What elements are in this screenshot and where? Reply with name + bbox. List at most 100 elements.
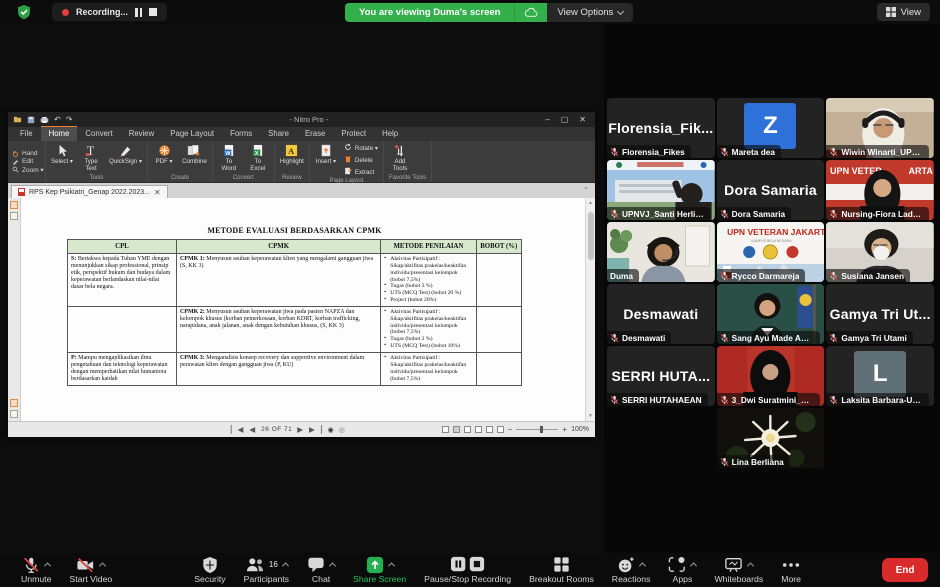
nitro-tab-convert[interactable]: Convert [77, 127, 120, 141]
ribbon-button-pdf[interactable]: PDF ▾ [153, 143, 175, 166]
redo-icon[interactable]: ↷ [66, 115, 73, 124]
single-page-view-icon[interactable] [442, 426, 449, 433]
participant-tile-3-dwi-suratmini-up[interactable]: 3_Dwi Suratmini_UP... [717, 346, 825, 406]
document-scrollbar[interactable]: ▲ ▼ [585, 198, 595, 421]
undo-icon[interactable]: ↶ [54, 115, 61, 124]
participant-tile-nursing-fiora-ladesv[interactable]: UPN VETERARTANursing-Fiora Ladesv... [826, 160, 934, 220]
participant-tile-florensia-fikes[interactable]: Florensia_Fik...Florensia_Fikes [607, 98, 715, 158]
zoom-slider[interactable] [516, 429, 558, 430]
nitro-tab-file[interactable]: File [12, 127, 41, 141]
pdf-document-view[interactable]: METODE EVALUASI BERDASARKAN CPMK CPLCPMK… [21, 198, 585, 421]
toolbar-apps[interactable]: Apps [659, 556, 705, 584]
nitro-quick-access-toolbar[interactable]: ↶ ↷ [13, 115, 72, 124]
participant-tile-desmawati[interactable]: DesmawatiDesmawati [607, 284, 715, 344]
minimize-button[interactable]: – [545, 115, 549, 124]
toolbar-share-screen[interactable]: Share Screen [344, 556, 415, 584]
zoom-slider-thumb[interactable] [540, 426, 543, 433]
continuous-view-icon[interactable] [453, 426, 460, 433]
chevron-up-icon[interactable] [748, 562, 753, 567]
participant-tile-wiwin-winarti-upn-v[interactable]: Wiwin Winarti_UPN V... [826, 98, 934, 158]
end-meeting-button[interactable]: End [882, 558, 928, 582]
chevron-up-icon[interactable] [283, 562, 288, 567]
last-page-button[interactable]: ▶▕ [309, 425, 323, 434]
close-button[interactable]: ✕ [579, 115, 586, 124]
ribbon-button-highlight[interactable]: AHighlight [280, 143, 304, 166]
participant-tile-mareta-dea[interactable]: ZMareta dea [717, 98, 825, 158]
bookmarks-panel-icon[interactable] [10, 212, 18, 220]
ribbon-button-quicksign[interactable]: QuickSign ▾ [109, 143, 142, 166]
ribbon-button-type-text[interactable]: TTypeText [80, 143, 102, 173]
ribbon-button-to-excel[interactable]: XToExcel [247, 143, 269, 173]
ribbon-button-select[interactable]: Select ▾ [51, 143, 73, 166]
toolbar-pause-stop-recording[interactable]: Pause/Stop Recording [415, 556, 520, 584]
zoom-out-button[interactable]: − [508, 425, 513, 434]
document-tab[interactable]: RPS Kep Psikiatri_Genap 2022.2023... ✕ [11, 185, 168, 198]
participant-tile-serri-hutahaean[interactable]: SERRI HUTA...SERRI HUTAHAEAN [607, 346, 715, 406]
nitro-tool-edit[interactable]: Edit [12, 158, 45, 165]
nitro-tab-help[interactable]: Help [374, 127, 406, 141]
previous-view-button[interactable]: ◉ [328, 426, 334, 434]
chevron-up-icon[interactable] [45, 562, 50, 567]
facing-continuous-view-icon[interactable] [475, 426, 482, 433]
nitro-tool-hand[interactable]: Hand [12, 150, 45, 157]
next-page-button[interactable]: ▶ [297, 425, 304, 434]
ribbon-button-add-tools[interactable]: AddTools [389, 143, 411, 173]
toolbar-whiteboards[interactable]: Whiteboards [705, 556, 772, 584]
toolbar-breakout-rooms[interactable]: Breakout Rooms [520, 556, 603, 584]
participant-tile-duma[interactable]: Duma [607, 222, 715, 282]
nitro-left-panel[interactable] [8, 198, 21, 421]
participant-tile-upnvj-santi-herlina[interactable]: UPNVJ_Santi Herlina [607, 160, 715, 220]
toolbar-reactions[interactable]: Reactions [603, 556, 660, 584]
collapse-ribbon-icon[interactable]: ⌃ [583, 186, 589, 194]
fit-page-icon[interactable] [497, 426, 504, 433]
nitro-tool-zoom[interactable]: Zoom ▾ [12, 166, 45, 174]
participant-tile-gamya-tri-utami[interactable]: Gamya Tri Ut...Gamya Tri Utami [826, 284, 934, 344]
ribbon-button-delete[interactable]: Delete [344, 155, 378, 165]
view-button[interactable]: View [877, 3, 930, 21]
comments-panel-icon[interactable] [10, 399, 18, 407]
view-options-button[interactable]: View Options [547, 3, 633, 22]
participant-tile-dora-samaria[interactable]: Dora SamariaDora Samaria [717, 160, 825, 220]
toolbar-start-video[interactable]: Start Video [60, 556, 121, 584]
facing-view-icon[interactable] [464, 426, 471, 433]
pages-panel-icon[interactable] [10, 201, 18, 209]
nitro-tab-erase[interactable]: Erase [297, 127, 333, 141]
tab-close-icon[interactable]: ✕ [154, 188, 161, 197]
nitro-tab-share[interactable]: Share [260, 127, 297, 141]
ribbon-button-insert[interactable]: Insert ▾ [315, 143, 337, 166]
stop-recording-icon[interactable] [149, 8, 157, 16]
participant-tile-rycco-darmareja[interactable]: UPN VETERAN JAKARTAKAMPUS BELA NEGARARyc… [717, 222, 825, 282]
participant-tile-lina-berliana[interactable]: Lina Berliana [717, 408, 825, 468]
toolbar-participants[interactable]: 16Participants [235, 556, 298, 584]
chevron-up-icon[interactable] [389, 562, 394, 567]
toolbar-unmute[interactable]: Unmute [12, 556, 60, 584]
ribbon-button-rotate[interactable]: Rotate ▾ [344, 143, 378, 153]
participant-tile-sang-ayu-made-adyani[interactable]: Sang Ayu Made Adyani [717, 284, 825, 344]
chevron-up-icon[interactable] [100, 562, 105, 567]
participant-tile-laksita-barbara-upn[interactable]: LLaksita Barbara-UPN... [826, 346, 934, 406]
nitro-tab-review[interactable]: Review [121, 127, 163, 141]
toolbar-more[interactable]: More [772, 556, 810, 584]
nitro-tab-page-layout[interactable]: Page Layout [162, 127, 222, 141]
ribbon-button-extract[interactable]: Extract [344, 167, 378, 177]
nitro-tab-home[interactable]: Home [41, 126, 78, 141]
participant-tile-susiana-jansen[interactable]: Susiana Jansen [826, 222, 934, 282]
ribbon-button-combine[interactable]: Combine [182, 143, 207, 166]
chevron-up-icon[interactable] [691, 562, 696, 567]
nitro-tab-protect[interactable]: Protect [333, 127, 374, 141]
previous-page-button[interactable]: ◀ [249, 425, 256, 434]
chevron-up-icon[interactable] [330, 562, 335, 567]
fit-width-icon[interactable] [486, 426, 493, 433]
pause-recording-icon[interactable] [135, 8, 142, 17]
next-view-button[interactable]: ◎ [339, 426, 345, 434]
first-page-button[interactable]: ▏◀ [231, 425, 245, 434]
zoom-in-button[interactable]: + [562, 425, 567, 434]
nitro-tab-forms[interactable]: Forms [222, 127, 260, 141]
attachments-panel-icon[interactable] [10, 410, 18, 418]
maximize-button[interactable]: ▢ [561, 115, 569, 124]
toolbar-security[interactable]: Security [185, 556, 234, 584]
scrollbar-thumb[interactable] [588, 212, 594, 260]
toolbar-chat[interactable]: Chat [298, 556, 344, 584]
ribbon-button-to-word[interactable]: WToWord [218, 143, 240, 173]
chevron-up-icon[interactable] [640, 562, 645, 567]
